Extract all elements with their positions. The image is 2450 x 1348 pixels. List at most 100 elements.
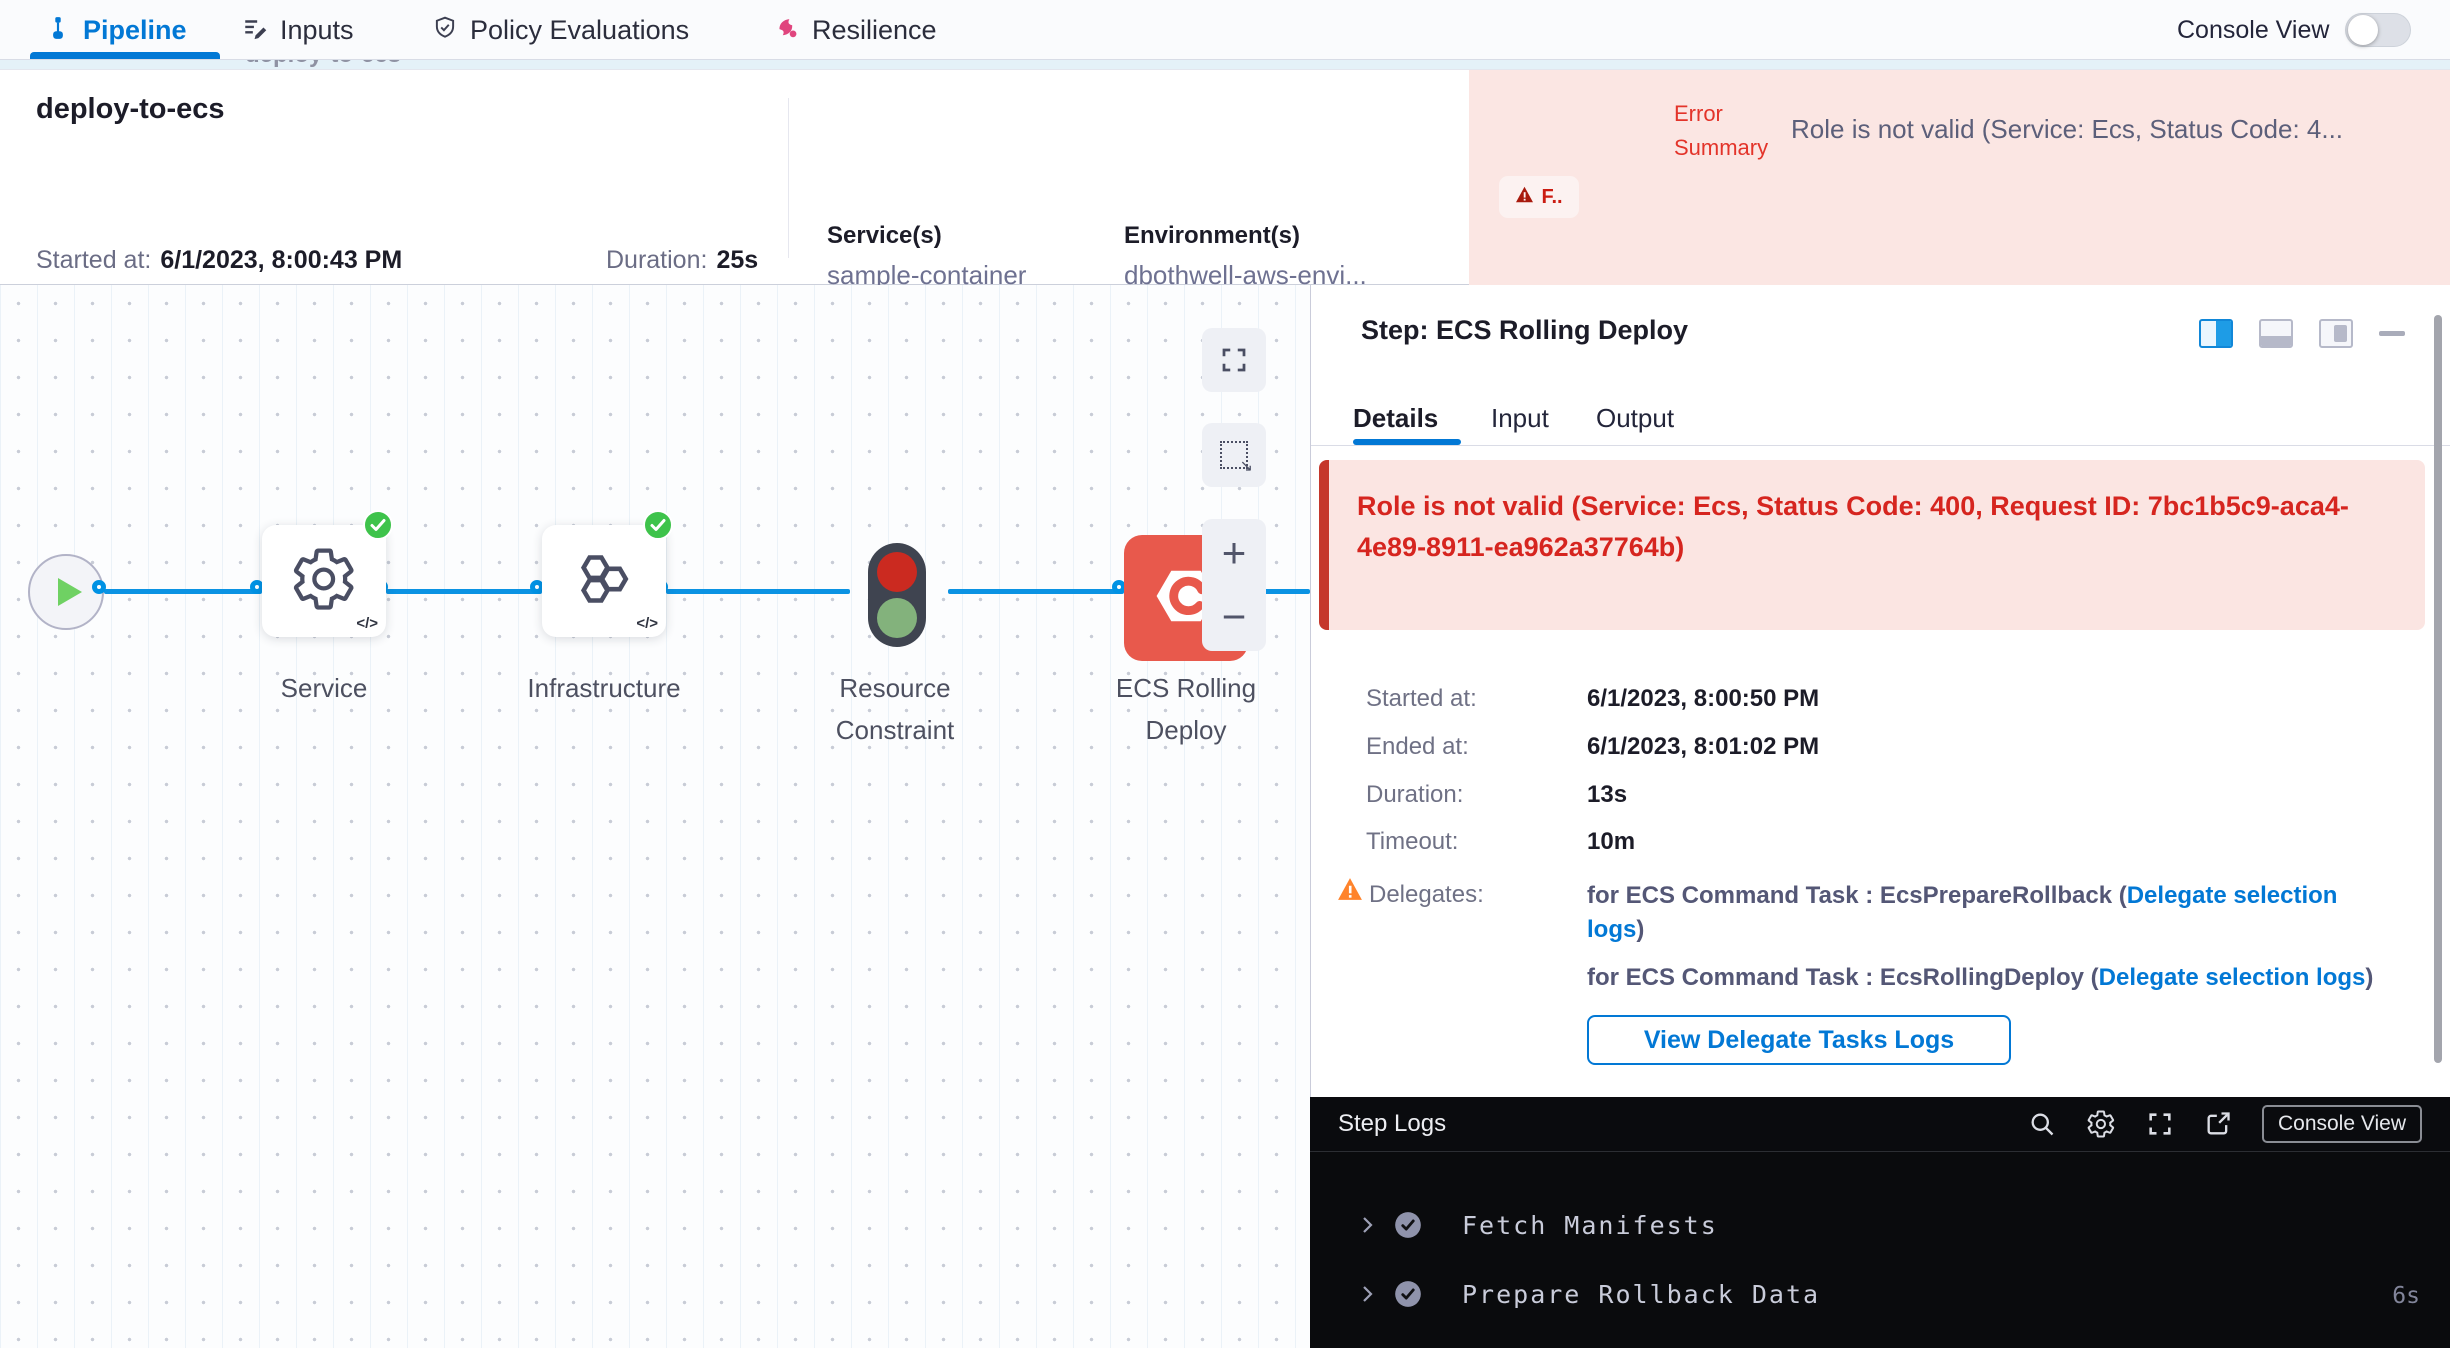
start-node[interactable] bbox=[28, 554, 104, 630]
connector-line bbox=[386, 589, 542, 594]
log-fullscreen-icon[interactable] bbox=[2146, 1110, 2174, 1138]
layout-right-panel-icon[interactable] bbox=[2199, 319, 2233, 348]
chevron-right-icon[interactable] bbox=[1355, 1213, 1379, 1242]
active-tab-underline bbox=[30, 52, 220, 59]
header-divider bbox=[788, 98, 789, 258]
node-resource-constraint-label: Resource Constraint bbox=[795, 667, 995, 751]
node-service-label: Service bbox=[232, 667, 416, 709]
error-summary-message: Role is not valid (Service: Ecs, Status … bbox=[1791, 114, 2436, 145]
tab-policy-evaluations[interactable]: Policy Evaluations bbox=[432, 0, 689, 60]
failed-status-badge: F.. bbox=[1499, 176, 1579, 218]
toggle-knob bbox=[2348, 15, 2378, 45]
failed-badge-text: F.. bbox=[1541, 186, 1562, 209]
error-summary-label: Error Summary bbox=[1674, 97, 1794, 165]
delegates-details: for ECS Command Task : EcsPrepareRollbac… bbox=[1587, 879, 2387, 1065]
log-open-new-tab-icon[interactable] bbox=[2204, 1110, 2232, 1138]
step-duration-label: Duration: bbox=[1366, 781, 1463, 809]
tab-pipeline-label: Pipeline bbox=[83, 15, 187, 46]
delegate-task-line-2: for ECS Command Task : EcsRollingDeploy … bbox=[1587, 961, 2387, 995]
inputs-icon bbox=[242, 15, 268, 46]
node-ecs-rolling-deploy-label: ECS Rolling Deploy bbox=[1106, 667, 1266, 751]
node-service[interactable]: </> bbox=[262, 525, 386, 637]
step-duration-value: 13s bbox=[1587, 781, 1627, 809]
log-section-fetch-manifests[interactable]: Fetch Manifests bbox=[1310, 1209, 2450, 1245]
shield-check-icon bbox=[432, 15, 458, 46]
duration-value: 25s bbox=[716, 246, 758, 275]
logs-console-view-button[interactable]: Console View bbox=[2262, 1105, 2422, 1143]
connector-line bbox=[666, 589, 850, 594]
traffic-red-light bbox=[877, 552, 917, 592]
layout-bottom-panel-icon[interactable] bbox=[2259, 319, 2293, 348]
console-view-label: Console View bbox=[2177, 16, 2329, 45]
log-section-title: Prepare Rollback Data bbox=[1462, 1280, 1820, 1309]
connector-line bbox=[104, 589, 262, 594]
app-root: Pipeline Inputs Policy Evaluations Resil… bbox=[0, 0, 2450, 1348]
log-success-check-icon bbox=[1394, 1211, 1422, 1244]
fit-to-screen-button[interactable] bbox=[1202, 328, 1266, 392]
hexagons-icon bbox=[570, 545, 638, 618]
delegate-line1-suffix: ) bbox=[1636, 916, 1644, 943]
success-check-icon bbox=[362, 509, 394, 546]
minimize-panel-icon[interactable] bbox=[2379, 331, 2405, 336]
step-timeout-label: Timeout: bbox=[1366, 828, 1458, 856]
success-check-icon bbox=[642, 509, 674, 546]
node-resource-constraint[interactable] bbox=[868, 543, 926, 647]
tab-pipeline[interactable]: Pipeline bbox=[45, 0, 187, 60]
pipeline-canvas[interactable]: </> Service </> Infrastructure Resource … bbox=[0, 285, 1310, 1348]
fullscreen-icon bbox=[1219, 345, 1249, 375]
tab-resilience-label: Resilience bbox=[812, 15, 937, 46]
node-infrastructure[interactable]: </> bbox=[542, 525, 666, 637]
zoom-out-button[interactable]: − bbox=[1222, 587, 1247, 647]
code-glyph: </> bbox=[356, 615, 378, 632]
code-glyph: </> bbox=[636, 615, 658, 632]
play-icon bbox=[58, 578, 82, 606]
log-success-check-icon bbox=[1394, 1280, 1422, 1313]
delegate-task-line-1: for ECS Command Task : EcsPrepareRollbac… bbox=[1587, 879, 2387, 913]
tab-input[interactable]: Input bbox=[1491, 403, 1549, 434]
log-search-icon[interactable] bbox=[2028, 1110, 2056, 1138]
tab-inputs-label: Inputs bbox=[280, 15, 354, 46]
scrolled-content-strip: deploy-to-ecs bbox=[0, 60, 2450, 69]
details-tab-underline bbox=[1353, 439, 1461, 445]
warning-triangle-icon bbox=[1515, 186, 1534, 208]
delegate-line2-suffix: ) bbox=[2365, 964, 2373, 991]
delegate-line2-prefix: for ECS Command Task : EcsRollingDeploy … bbox=[1587, 964, 2099, 991]
chevron-right-icon[interactable] bbox=[1355, 1282, 1379, 1311]
pipeline-name: deploy-to-ecs bbox=[36, 93, 225, 126]
gear-icon bbox=[290, 545, 358, 618]
step-logs-header: Step Logs Console View bbox=[1310, 1097, 2450, 1152]
zoom-in-button[interactable]: + bbox=[1222, 523, 1247, 583]
tab-details[interactable]: Details bbox=[1353, 403, 1438, 434]
delegate-selection-logs-link[interactable]: Delegate selection bbox=[2127, 882, 2338, 909]
node-infrastructure-label: Infrastructure bbox=[502, 667, 706, 709]
zoom-controls: + − bbox=[1202, 519, 1266, 651]
step-started-label: Started at: bbox=[1366, 685, 1477, 713]
step-ended-value: 6/1/2023, 8:01:02 PM bbox=[1587, 733, 1819, 761]
tab-resilience[interactable]: Resilience bbox=[774, 0, 937, 60]
delegate-selection-logs-link[interactable]: Delegate selection logs bbox=[2099, 964, 2366, 991]
log-section-duration: 6s bbox=[2392, 1283, 2420, 1309]
selection-mode-button[interactable]: ↘ bbox=[1202, 423, 1266, 487]
duration-row: Duration: 25s bbox=[606, 246, 758, 275]
tab-inputs[interactable]: Inputs bbox=[242, 0, 354, 60]
step-ended-label: Ended at: bbox=[1366, 733, 1469, 761]
services-label: Service(s) bbox=[827, 222, 942, 250]
panel-layout-controls bbox=[2199, 319, 2405, 348]
tab-policy-evaluations-label: Policy Evaluations bbox=[470, 15, 689, 46]
connector-ring bbox=[92, 580, 106, 594]
layout-floating-panel-icon[interactable] bbox=[2319, 319, 2353, 348]
started-at-value: 6/1/2023, 8:00:43 PM bbox=[160, 246, 402, 275]
panel-scrollbar[interactable] bbox=[2434, 315, 2442, 1063]
log-settings-gear-icon[interactable] bbox=[2086, 1109, 2116, 1139]
console-view-toggle[interactable] bbox=[2345, 13, 2411, 47]
view-delegate-tasks-logs-button[interactable]: View Delegate Tasks Logs bbox=[1587, 1015, 2011, 1065]
duration-label: Duration: bbox=[606, 246, 707, 275]
peek-text: deploy-to-ecs bbox=[245, 60, 401, 69]
error-summary-zone: F.. Error Summary Role is not valid (Ser… bbox=[1469, 70, 2450, 285]
delegates-warning-icon bbox=[1337, 877, 1363, 906]
log-section-prepare-rollback-data[interactable]: Prepare Rollback Data 6s bbox=[1310, 1278, 2450, 1314]
tab-output[interactable]: Output bbox=[1596, 403, 1674, 434]
delegate-selection-logs-link[interactable]: logs bbox=[1587, 916, 1636, 943]
step-started-value: 6/1/2023, 8:00:50 PM bbox=[1587, 685, 1819, 713]
step-panel-title: Step: ECS Rolling Deploy bbox=[1361, 315, 1688, 346]
